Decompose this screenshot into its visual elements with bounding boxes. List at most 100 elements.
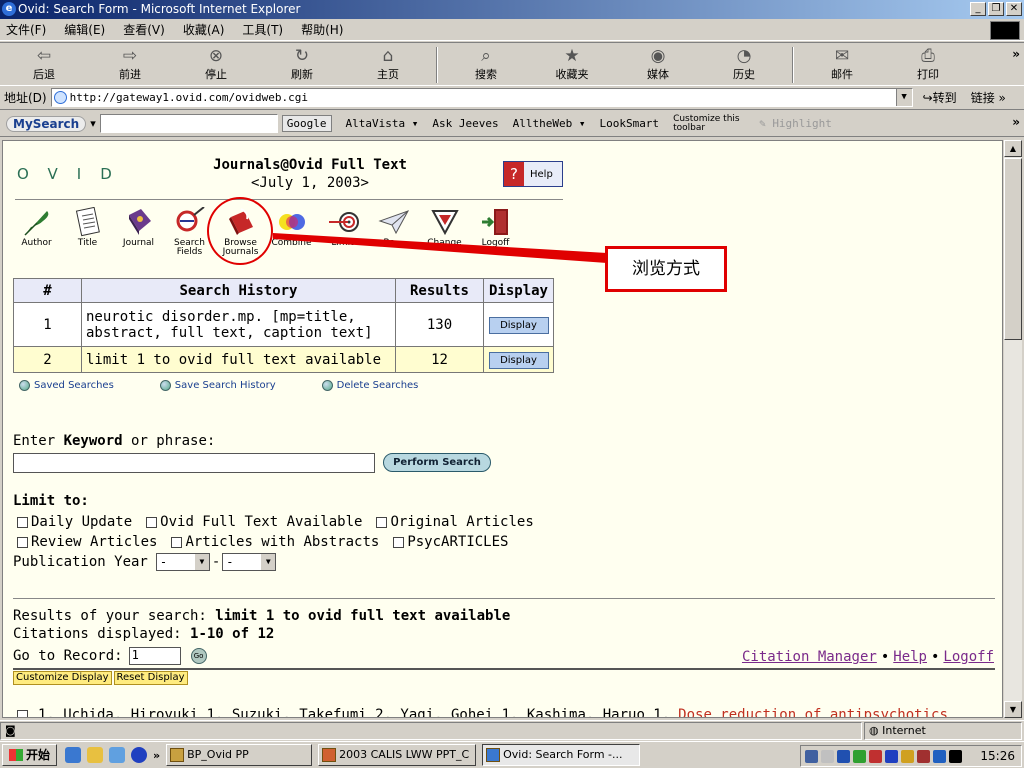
checkbox[interactable] [146,516,158,528]
customize-toolbar-link[interactable]: Customize this toolbar [673,114,745,133]
print-icon: ⎙ [921,46,935,66]
address-url: http://gateway1.ovid.com/ovidweb.cgi [69,91,309,104]
toolbar-more-chevron-icon[interactable]: » [1012,47,1020,61]
minimize-button[interactable]: _ [970,2,986,16]
task-calis-ppt[interactable]: 2003 CALIS LWW PPT_C [318,744,477,766]
vertical-scrollbar[interactable]: ▲ ▼ [1004,140,1022,718]
google-button[interactable]: Google [281,115,332,132]
menu-edit[interactable]: 编辑(E) [64,21,105,38]
menu-view[interactable]: 查看(V) [123,21,165,38]
go-button[interactable]: ↪转到 [923,89,957,106]
limit-psycarticles[interactable]: PsycARTICLES [393,534,508,550]
history-button[interactable]: ◔ 历史 [714,43,774,85]
bullet-icon [321,380,333,391]
help-link[interactable]: Help [893,649,927,665]
search-button[interactable]: ⌕ 搜索 [456,43,516,85]
display-button[interactable]: Display [488,316,549,334]
limit-review-articles[interactable]: Review Articles [17,534,157,550]
menu-favorites[interactable]: 收藏(A) [183,21,225,38]
notepad-quicklaunch-icon[interactable] [87,747,104,763]
perform-search-button[interactable]: Perform Search [383,453,491,472]
alltheweb-link[interactable]: AlltheWeb ▾ [513,117,586,130]
looksmart-link[interactable]: LookSmart [599,117,659,130]
save-search-history-link[interactable]: Save Search History [159,380,276,391]
checkbox[interactable] [376,516,388,528]
forward-button[interactable]: ⇨ 前进 [100,43,160,85]
ie-quicklaunch-icon[interactable] [65,747,82,763]
scroll-thumb[interactable] [1004,158,1022,340]
goto-record-input[interactable]: 1 [128,647,181,665]
tray-icon[interactable] [837,749,850,763]
favorites-button[interactable]: ★ 收藏夹 [542,43,602,85]
tray-icon[interactable] [901,749,914,763]
media-quicklaunch-icon[interactable] [131,747,148,763]
quicklaunch-more-icon[interactable]: » [153,749,160,762]
searchbar-more-chevron-icon[interactable]: » [1012,115,1020,129]
go-record-button[interactable]: Go [190,648,207,664]
search-history-table: # Search History Results Display 1 neuro… [13,278,554,373]
checkbox[interactable] [171,536,183,548]
start-button[interactable]: 开始 [2,744,58,766]
highlight-button[interactable]: ✎ Highlight [759,117,832,130]
citation-title[interactable]: Dose reduction of antipsychotics [678,707,948,717]
header-search-history: Search History [81,278,396,303]
limits-row: Review Articles Articles with Abstracts … [17,534,522,550]
altavista-link[interactable]: AltaVista ▾ [346,117,419,130]
task-bp-ovid[interactable]: BP_Ovid PP [166,744,313,766]
mysearch-dropdown-icon[interactable]: ▾ [90,117,96,130]
links-button[interactable]: 链接 » [971,89,1006,106]
restore-button[interactable]: ❐ [988,2,1004,16]
media-button[interactable]: ◉ 媒体 [628,43,688,85]
refresh-button[interactable]: ↻ 刷新 [272,43,332,85]
limit-ovid-full-text[interactable]: Ovid Full Text Available [146,514,362,530]
delete-searches-link[interactable]: Delete Searches [321,380,418,391]
scroll-down-icon[interactable]: ▼ [1004,701,1022,718]
askjeeves-link[interactable]: Ask Jeeves [432,117,498,130]
customize-display-button[interactable]: Customize Display [13,671,112,685]
volume-tray-icon[interactable] [821,749,834,763]
menu-file[interactable]: 文件(F) [6,21,46,38]
tray-icon[interactable] [869,749,882,763]
row-num: 1 [13,302,82,347]
address-dropdown-icon[interactable]: ▼ [895,89,912,106]
ie-task-icon [486,748,501,762]
print-button[interactable]: ⎙ 打印 [898,43,958,85]
desktop-quicklaunch-icon[interactable] [109,747,126,763]
mail-button[interactable]: ✉ 邮件 [812,43,872,85]
checkbox[interactable] [17,710,28,717]
back-button[interactable]: ⇦ 后退 [14,43,74,85]
tray-icon[interactable] [853,749,866,763]
clock: 15:26 [980,749,1015,763]
tray-icon[interactable] [885,749,898,763]
pubyear-to-select[interactable]: - ▼ [222,553,277,571]
browser-toolbar: ⇦ 后退 ⇨ 前进 ⊗ 停止 ↻ 刷新 ⌂ 主页 ⌕ 搜索 ★ 收藏夹 ◉ 媒体 ◔ 历史 ✉ 邮件… [0,42,1024,86]
task-ovid-search[interactable]: Ovid: Search Form -... [482,744,641,766]
display-button[interactable]: Display [488,351,549,369]
stop-button[interactable]: ⊗ 停止 [186,43,246,85]
menu-tools[interactable]: 工具(T) [242,21,283,38]
saved-searches-link[interactable]: Saved Searches [19,380,114,391]
antivirus-tray-icon[interactable] [917,749,930,763]
address-input[interactable]: http://gateway1.ovid.com/ovidweb.cgi ▼ [50,88,913,107]
ime-tray-icon[interactable] [933,749,946,763]
checkbox[interactable] [17,516,28,528]
limit-original-articles[interactable]: Original Articles [376,514,534,530]
table-row: 1 neurotic disorder.mp. [mp=title, abstr… [13,302,554,347]
toolbar-search-input[interactable] [99,114,278,133]
close-button[interactable]: ✕ [1006,2,1022,16]
pubyear-from-select[interactable]: - ▼ [155,553,210,571]
mysearch-logo[interactable]: MySearch [6,115,87,132]
menu-help[interactable]: 帮助(H) [301,21,343,38]
limit-articles-with-abstracts[interactable]: Articles with Abstracts [171,534,379,550]
keyword-input[interactable] [13,453,375,473]
home-button[interactable]: ⌂ 主页 [358,43,418,85]
reset-display-button[interactable]: Reset Display [113,671,188,685]
logoff-link[interactable]: Logoff [943,649,994,665]
citation-manager-link[interactable]: Citation Manager [742,649,877,665]
language-tray-icon[interactable] [949,749,962,763]
checkbox[interactable] [393,536,405,548]
checkbox[interactable] [17,536,28,548]
network-tray-icon[interactable] [805,749,818,763]
limit-daily-update[interactable]: Daily Update [17,514,132,530]
scroll-up-icon[interactable]: ▲ [1004,140,1022,157]
